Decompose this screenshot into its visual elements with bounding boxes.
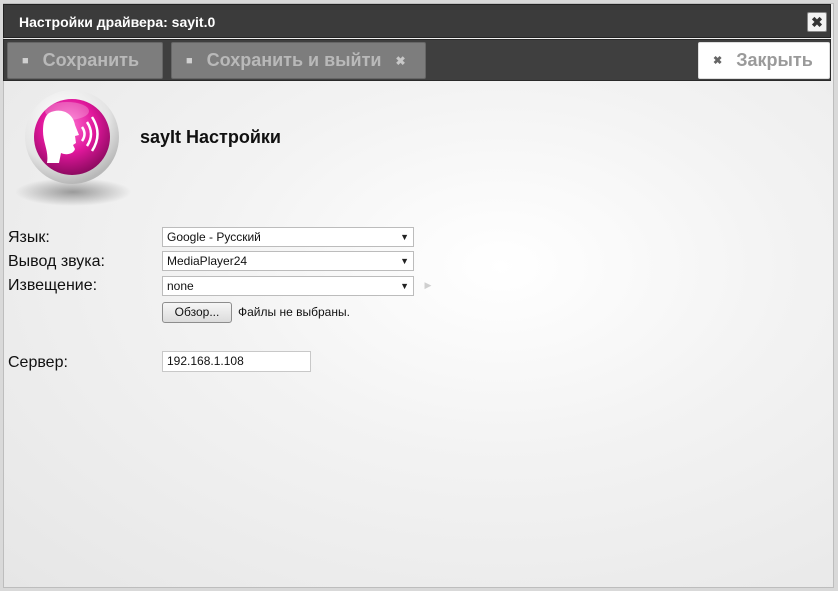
save-button-label: Сохранить bbox=[42, 50, 140, 70]
no-file-selected-text: Файлы не выбраны. bbox=[238, 305, 350, 319]
notification-label: Извещение: bbox=[8, 277, 98, 294]
save-button[interactable]: ■ Сохранить bbox=[7, 42, 163, 79]
save-and-exit-button-label: Сохранить и выйти bbox=[206, 50, 382, 70]
close-button[interactable]: ✖ Закрыть bbox=[698, 42, 830, 79]
close-button-label: Закрыть bbox=[736, 50, 813, 70]
language-label: Язык: bbox=[8, 229, 50, 246]
audio-output-select[interactable]: MediaPlayer24 ▼ bbox=[162, 251, 414, 271]
dialog-titlebar: Настройки драйвера: sayit.0 ✖ bbox=[3, 4, 831, 38]
language-select[interactable]: Google - Русский ▼ bbox=[162, 227, 414, 247]
language-select-value: Google - Русский bbox=[167, 230, 261, 244]
close-icon: ✖ bbox=[713, 55, 723, 67]
chevron-down-icon: ▼ bbox=[400, 256, 409, 266]
server-label: Сервер: bbox=[8, 354, 68, 371]
audio-output-label: Вывод звука: bbox=[8, 253, 105, 270]
sayit-logo bbox=[9, 89, 134, 209]
play-icon[interactable]: ▶ bbox=[419, 276, 437, 294]
chevron-down-icon: ▼ bbox=[400, 232, 409, 242]
dialog-toolbar: ■ Сохранить ■ Сохранить и выйти ✖ ✖ Закр… bbox=[3, 39, 831, 81]
audio-output-select-value: MediaPlayer24 bbox=[167, 254, 248, 268]
speaking-head-icon bbox=[15, 90, 131, 206]
server-input[interactable]: 192.168.1.108 bbox=[162, 351, 311, 372]
save-and-exit-button[interactable]: ■ Сохранить и выйти ✖ bbox=[171, 42, 426, 79]
save-icon: ■ bbox=[22, 54, 29, 67]
close-icon: ✖ bbox=[395, 53, 406, 68]
notification-select[interactable]: none ▼ bbox=[162, 276, 414, 296]
dialog-title: Настройки драйвера: sayit.0 bbox=[19, 14, 216, 30]
chevron-down-icon: ▼ bbox=[400, 281, 409, 291]
save-icon: ■ bbox=[186, 54, 193, 67]
close-icon[interactable]: ✖ bbox=[807, 12, 827, 32]
notification-select-value: none bbox=[167, 279, 194, 293]
browse-button[interactable]: Обзор... bbox=[162, 302, 232, 323]
plugin-title: sayIt Настройки bbox=[140, 127, 281, 147]
